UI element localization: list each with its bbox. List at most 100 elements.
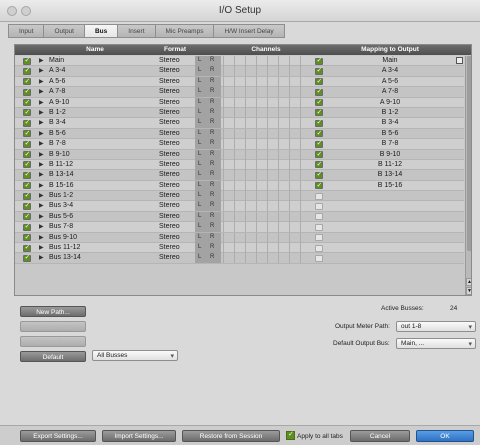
channel-grid[interactable]	[223, 170, 309, 181]
mapping-checkbox[interactable]	[315, 150, 323, 159]
mapping-checkbox[interactable]	[315, 223, 323, 231]
mapping-checkbox[interactable]	[315, 192, 323, 200]
mapping-checkbox[interactable]	[315, 170, 323, 179]
tab-insert[interactable]: Insert	[118, 24, 156, 38]
mapping-checkbox[interactable]	[315, 129, 323, 138]
expand-triangle-icon[interactable]: ▶	[39, 57, 44, 64]
table-row[interactable]: ▶A 7-8StereoLRA 7-8	[15, 87, 464, 98]
row-active-checkbox[interactable]	[23, 233, 31, 242]
channel-grid[interactable]	[223, 118, 309, 129]
bus-name[interactable]: Bus 5-6	[49, 213, 73, 220]
expand-triangle-icon[interactable]: ▶	[39, 119, 44, 126]
apply-to-all-tabs-label[interactable]: Apply to all tabs	[297, 433, 343, 440]
channel-grid[interactable]	[223, 211, 309, 222]
row-active-checkbox[interactable]	[23, 191, 31, 200]
table-row[interactable]: ▶A 9-10StereoLRA 9-10	[15, 97, 464, 108]
bus-name[interactable]: Main	[49, 57, 64, 64]
bus-name[interactable]: A 3-4	[49, 67, 65, 74]
mapping-checkbox[interactable]	[315, 202, 323, 210]
mapping-checkbox[interactable]	[315, 87, 323, 96]
bus-name[interactable]: B 13-14	[49, 171, 74, 178]
new-path-button[interactable]: New Path...	[20, 306, 86, 317]
row-active-checkbox[interactable]	[23, 129, 31, 138]
mapping-output[interactable]: B 13-14	[335, 171, 445, 178]
table-row[interactable]: ▶MainStereoLRMain	[15, 56, 464, 67]
tab-bus[interactable]: Bus	[84, 24, 119, 38]
expand-triangle-icon[interactable]: ▶	[39, 192, 44, 199]
row-active-checkbox[interactable]	[23, 66, 31, 75]
mapping-checkbox[interactable]	[315, 160, 323, 169]
bus-name[interactable]: A 7-8	[49, 88, 65, 95]
channel-grid[interactable]	[223, 159, 309, 170]
row-active-checkbox[interactable]	[23, 253, 31, 262]
table-row[interactable]: ▶B 11-12StereoLRB 11-12	[15, 159, 464, 171]
row-active-checkbox[interactable]	[23, 170, 31, 179]
expand-triangle-icon[interactable]: ▶	[39, 67, 44, 74]
mapping-output[interactable]: A 3-4	[335, 67, 445, 74]
restore-from-session-button[interactable]: Restore from Session	[182, 430, 280, 442]
expand-triangle-icon[interactable]: ▶	[39, 254, 44, 261]
row-active-checkbox[interactable]	[23, 87, 31, 96]
channel-grid[interactable]	[223, 107, 309, 118]
row-active-checkbox[interactable]	[23, 222, 31, 231]
delete-path-button[interactable]: Delete Path	[20, 336, 86, 347]
table-row[interactable]: ▶Bus 3-4StereoLR	[15, 201, 464, 212]
table-row[interactable]: ▶Bus 11-12StereoLR	[15, 243, 464, 254]
mapping-checkbox[interactable]	[315, 181, 323, 190]
mapping-output[interactable]: Main	[335, 57, 445, 64]
row-active-checkbox[interactable]	[23, 108, 31, 117]
table-row[interactable]: ▶B 5-6StereoLRB 5-6	[15, 128, 464, 140]
bus-name[interactable]: B 1-2	[49, 109, 66, 116]
default-output-bus-select[interactable]: Main, ...	[396, 338, 476, 349]
new-sub-path-button[interactable]: New Sub-Path...	[20, 321, 86, 332]
bus-name[interactable]: Bus 1-2	[49, 192, 73, 199]
table-row[interactable]: ▶Bus 1-2StereoLR	[15, 191, 464, 202]
channel-grid[interactable]	[223, 139, 309, 150]
expand-triangle-icon[interactable]: ▶	[39, 88, 44, 95]
header-format[interactable]: Format	[155, 46, 195, 53]
bus-name[interactable]: Bus 9-10	[49, 234, 77, 241]
bus-name[interactable]: Bus 7-8	[49, 223, 73, 230]
bus-name[interactable]: A 9-10	[49, 99, 69, 106]
mapping-checkbox[interactable]	[315, 118, 323, 127]
table-row[interactable]: ▶Bus 13-14StereoLR	[15, 253, 464, 264]
channel-grid[interactable]	[223, 56, 309, 66]
mapping-checkbox[interactable]	[315, 213, 323, 221]
expand-triangle-icon[interactable]: ▶	[39, 161, 44, 168]
expand-triangle-icon[interactable]: ▶	[39, 109, 44, 116]
tab-h-w-insert-delay[interactable]: H/W Insert Delay	[214, 24, 285, 38]
tab-mic-preamps[interactable]: Mic Preamps	[155, 24, 215, 38]
channel-grid[interactable]	[223, 222, 309, 233]
channel-grid[interactable]	[223, 243, 309, 254]
mapping-output[interactable]: A 9-10	[335, 99, 445, 106]
scrollbar-thumb[interactable]	[467, 56, 471, 251]
row-active-checkbox[interactable]	[23, 181, 31, 190]
mapping-checkbox[interactable]	[315, 254, 323, 262]
expand-triangle-icon[interactable]: ▶	[39, 213, 44, 220]
bus-name[interactable]: B 7-8	[49, 140, 66, 147]
mapping-checkbox[interactable]	[315, 244, 323, 252]
mapping-output[interactable]: B 11-12	[335, 161, 445, 168]
export-settings-button[interactable]: Export Settings...	[20, 430, 96, 442]
row-active-checkbox[interactable]	[23, 243, 31, 252]
mapping-checkbox[interactable]	[315, 66, 323, 75]
table-row[interactable]: ▶B 15-16StereoLRB 15-16	[15, 180, 464, 192]
row-active-checkbox[interactable]	[23, 212, 31, 221]
expand-triangle-icon[interactable]: ▶	[39, 78, 44, 85]
scroll-down-icon[interactable]: ▼	[466, 287, 471, 295]
expand-triangle-icon[interactable]: ▶	[39, 182, 44, 189]
channel-grid[interactable]	[223, 76, 309, 87]
output-window-icon[interactable]	[456, 57, 463, 64]
bus-name[interactable]: B 3-4	[49, 119, 66, 126]
channel-grid[interactable]	[223, 201, 309, 212]
expand-triangle-icon[interactable]: ▶	[39, 99, 44, 106]
bus-name[interactable]: B 9-10	[49, 151, 70, 158]
default-button[interactable]: Default	[20, 351, 86, 362]
cancel-button[interactable]: Cancel	[350, 430, 410, 442]
row-active-checkbox[interactable]	[23, 150, 31, 159]
expand-triangle-icon[interactable]: ▶	[39, 140, 44, 147]
expand-triangle-icon[interactable]: ▶	[39, 151, 44, 158]
table-row[interactable]: ▶A 5-6StereoLRA 5-6	[15, 76, 464, 88]
channel-grid[interactable]	[223, 232, 309, 243]
table-row[interactable]: ▶Bus 7-8StereoLR	[15, 222, 464, 233]
